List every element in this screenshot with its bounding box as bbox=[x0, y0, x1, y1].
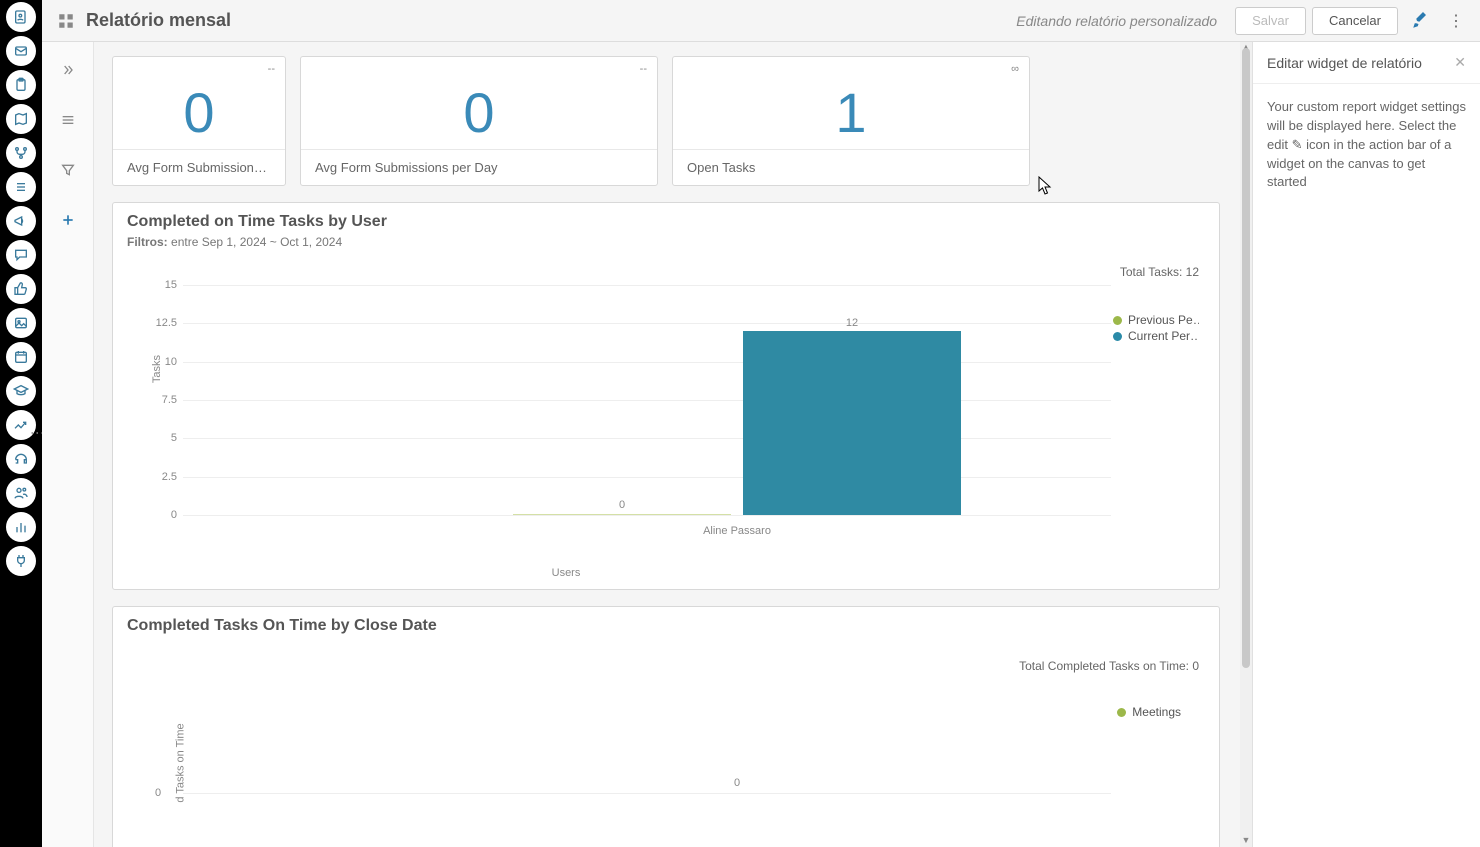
filter-icon[interactable] bbox=[54, 156, 82, 184]
stat-card-avg-form-submissions[interactable]: -- 0 Avg Form Submissions… bbox=[112, 56, 286, 186]
nav-image-icon[interactable] bbox=[6, 308, 36, 338]
nav-contacts-icon[interactable] bbox=[6, 2, 36, 32]
scroll-down-icon[interactable]: ▼ bbox=[1240, 835, 1252, 847]
chart-completed-tasks-by-user[interactable]: Completed on Time Tasks by User Filtros:… bbox=[112, 202, 1220, 590]
chart-legend: Meetings bbox=[1117, 705, 1181, 719]
legend-dot-meetings-icon bbox=[1117, 708, 1126, 717]
ytick: 12.5 bbox=[149, 317, 177, 329]
list-view-icon[interactable] bbox=[54, 106, 82, 134]
chart-plot-area: 15 12.5 10 7.5 5 2.5 0 0 12 Aline Passar… bbox=[183, 285, 1111, 515]
nav-headset-icon[interactable] bbox=[6, 444, 36, 474]
chart-summary: Total Tasks: 12 bbox=[1120, 265, 1199, 279]
nav-calendar-icon[interactable] bbox=[6, 342, 36, 372]
stat-card-avg-form-per-day[interactable]: -- 0 Avg Form Submissions per Day bbox=[300, 56, 658, 186]
legend-meetings: Meetings bbox=[1132, 705, 1181, 719]
nav-megaphone-icon[interactable] bbox=[6, 206, 36, 236]
canvas-toolbar bbox=[42, 42, 94, 847]
chart-plot-area: 0 0 bbox=[183, 717, 1111, 797]
stat-label: Open Tasks bbox=[673, 149, 1029, 185]
stat-trend: -- bbox=[113, 57, 285, 75]
stat-value: 0 bbox=[113, 75, 285, 149]
page-title: Relatório mensal bbox=[86, 10, 231, 31]
ytick: 15 bbox=[149, 279, 177, 291]
nav-map-icon[interactable] bbox=[6, 104, 36, 134]
legend-current: Current Per… bbox=[1128, 329, 1199, 343]
page-subtitle: Editando relatório personalizado bbox=[1016, 13, 1217, 29]
nav-bar-chart-icon[interactable] bbox=[6, 512, 36, 542]
ytick: 0 bbox=[155, 787, 161, 799]
pencil-icon: ✎ bbox=[1292, 136, 1303, 155]
brush-icon[interactable] bbox=[1406, 7, 1434, 35]
bar-value: 0 bbox=[734, 777, 740, 789]
kebab-menu-icon[interactable]: ⋮ bbox=[1442, 7, 1470, 35]
stat-trend: ∞ bbox=[673, 57, 1029, 75]
add-widget-icon[interactable] bbox=[54, 206, 82, 234]
bar-value-prev: 0 bbox=[619, 499, 625, 511]
panel-header: Editar widget de relatório ✕ bbox=[1253, 42, 1480, 84]
nav-people-icon[interactable] bbox=[6, 478, 36, 508]
ytick: 0 bbox=[149, 509, 177, 521]
stat-card-open-tasks[interactable]: ∞ 1 Open Tasks bbox=[672, 56, 1030, 186]
chart-completed-tasks-by-close-date[interactable]: Completed Tasks On Time by Close Date To… bbox=[112, 606, 1220, 847]
stat-value: 1 bbox=[673, 75, 1029, 149]
bar-value-curr: 12 bbox=[846, 317, 858, 329]
bar-current bbox=[743, 331, 961, 515]
save-button[interactable]: Salvar bbox=[1235, 7, 1306, 35]
nav-branch-icon[interactable] bbox=[6, 138, 36, 168]
nav-inbox-icon[interactable] bbox=[6, 36, 36, 66]
ytick: 7.5 bbox=[149, 394, 177, 406]
stat-value: 0 bbox=[301, 75, 657, 149]
collapse-icon[interactable] bbox=[54, 56, 82, 84]
filters-value: entre Sep 1, 2024 ~ Oct 1, 2024 bbox=[171, 235, 342, 249]
nav-list-icon[interactable] bbox=[6, 172, 36, 202]
scrollbar-thumb[interactable] bbox=[1242, 48, 1250, 668]
report-canvas: -- 0 Avg Form Submissions… -- 0 Avg Form… bbox=[94, 42, 1252, 847]
nav-plug-icon[interactable] bbox=[6, 546, 36, 576]
report-header: Relatório mensal Editando relatório pers… bbox=[42, 0, 1480, 42]
dashboard-grid-icon bbox=[52, 7, 80, 35]
nav-chat-icon[interactable] bbox=[6, 240, 36, 270]
stat-label: Avg Form Submissions per Day bbox=[301, 149, 657, 185]
bar-previous bbox=[513, 514, 731, 515]
ytick: 10 bbox=[149, 356, 177, 368]
chart-legend: Previous Pe… Current Per… bbox=[1113, 313, 1199, 345]
nav-graduation-icon[interactable] bbox=[6, 376, 36, 406]
stat-card-row: -- 0 Avg Form Submissions… -- 0 Avg Form… bbox=[112, 56, 1226, 186]
panel-title: Editar widget de relatório bbox=[1267, 55, 1422, 71]
canvas-scroll-area[interactable]: -- 0 Avg Form Submissions… -- 0 Avg Form… bbox=[94, 42, 1240, 847]
stat-trend: -- bbox=[301, 57, 657, 75]
legend-dot-current-icon bbox=[1113, 332, 1122, 341]
app-nav-rail: ⋮ bbox=[0, 0, 42, 847]
ytick: 2.5 bbox=[149, 471, 177, 483]
widget-editor-panel: Editar widget de relatório ✕ Your custom… bbox=[1252, 42, 1480, 847]
close-icon[interactable]: ✕ bbox=[1454, 54, 1466, 71]
stat-label: Avg Form Submissions… bbox=[113, 149, 285, 185]
chart-summary: Total Completed Tasks on Time: 0 bbox=[1019, 659, 1199, 673]
x-category: Aline Passaro bbox=[703, 525, 771, 537]
chart-filters: Filtros: entre Sep 1, 2024 ~ Oct 1, 2024 bbox=[127, 235, 1205, 249]
x-axis-label: Users bbox=[113, 567, 1019, 579]
ytick: 5 bbox=[149, 432, 177, 444]
chart-title: Completed Tasks On Time by Close Date bbox=[127, 617, 1205, 635]
panel-body: Your custom report widget settings will … bbox=[1253, 84, 1480, 206]
cancel-button[interactable]: Cancelar bbox=[1312, 7, 1398, 35]
legend-previous: Previous Pe… bbox=[1128, 313, 1199, 327]
scrollbar-track[interactable]: ▲ ▼ bbox=[1240, 42, 1252, 847]
legend-dot-previous-icon bbox=[1113, 316, 1122, 325]
chart-title: Completed on Time Tasks by User bbox=[127, 213, 1205, 231]
nav-clipboard-icon[interactable] bbox=[6, 70, 36, 100]
filters-label: Filtros: bbox=[127, 235, 168, 249]
nav-thumbs-up-icon[interactable] bbox=[6, 274, 36, 304]
